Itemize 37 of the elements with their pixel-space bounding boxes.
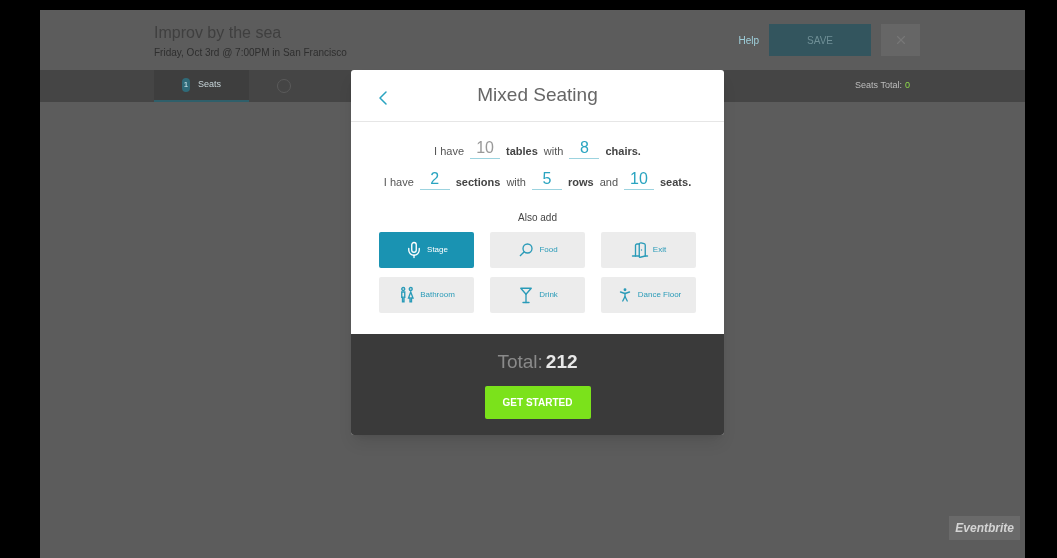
seats-total-label: Seats Total: (855, 79, 902, 93)
amenity-option[interactable]: Stage (379, 232, 474, 268)
dialog-title: Mixed Seating (477, 83, 598, 108)
tab-label: Seats (198, 78, 221, 92)
number-field[interactable]: 2 (419, 169, 450, 190)
sentence-word: with (506, 174, 526, 190)
number-field[interactable]: 10 (624, 169, 654, 190)
sentence-word: with (543, 143, 564, 159)
close-button[interactable] (881, 24, 920, 56)
get-started-button[interactable]: GET STARTED (484, 385, 591, 419)
door-icon (630, 241, 649, 259)
sentence-word: sections (455, 174, 501, 190)
save-button[interactable]: SAVE (769, 24, 871, 56)
sentence-word: and (599, 174, 618, 190)
amenity-option[interactable]: Drink (490, 277, 585, 313)
sentence-word: chairs. (605, 143, 641, 159)
sentence-word: tables (506, 143, 538, 159)
amenity-option[interactable]: Exit (601, 232, 696, 268)
tab[interactable]: 1 Seats (154, 70, 249, 102)
sentence-word: I have (434, 143, 465, 159)
sentence-word: I have (383, 174, 414, 190)
amenity-option[interactable]: Bathroom (379, 277, 474, 313)
amenity-option[interactable]: Dance Floor (601, 277, 696, 313)
step-number: 1 (182, 78, 190, 92)
number-field[interactable]: 5 (531, 169, 562, 190)
number-field[interactable]: 10 (470, 138, 501, 159)
also-add-label: Also add (518, 212, 557, 223)
sentence-word: rows (567, 174, 594, 190)
help-link[interactable]: Help (738, 32, 759, 48)
amenity-option[interactable]: Food (490, 232, 585, 268)
sentence-word: seats. (660, 174, 692, 190)
seats-total-value: 0 (905, 79, 910, 93)
total-label: Total: (497, 350, 543, 374)
people-icon (398, 286, 417, 304)
number-field[interactable]: 8 (569, 138, 600, 159)
total-value: 212 (545, 350, 578, 374)
brand-badge: Eventbrite (949, 516, 1020, 540)
